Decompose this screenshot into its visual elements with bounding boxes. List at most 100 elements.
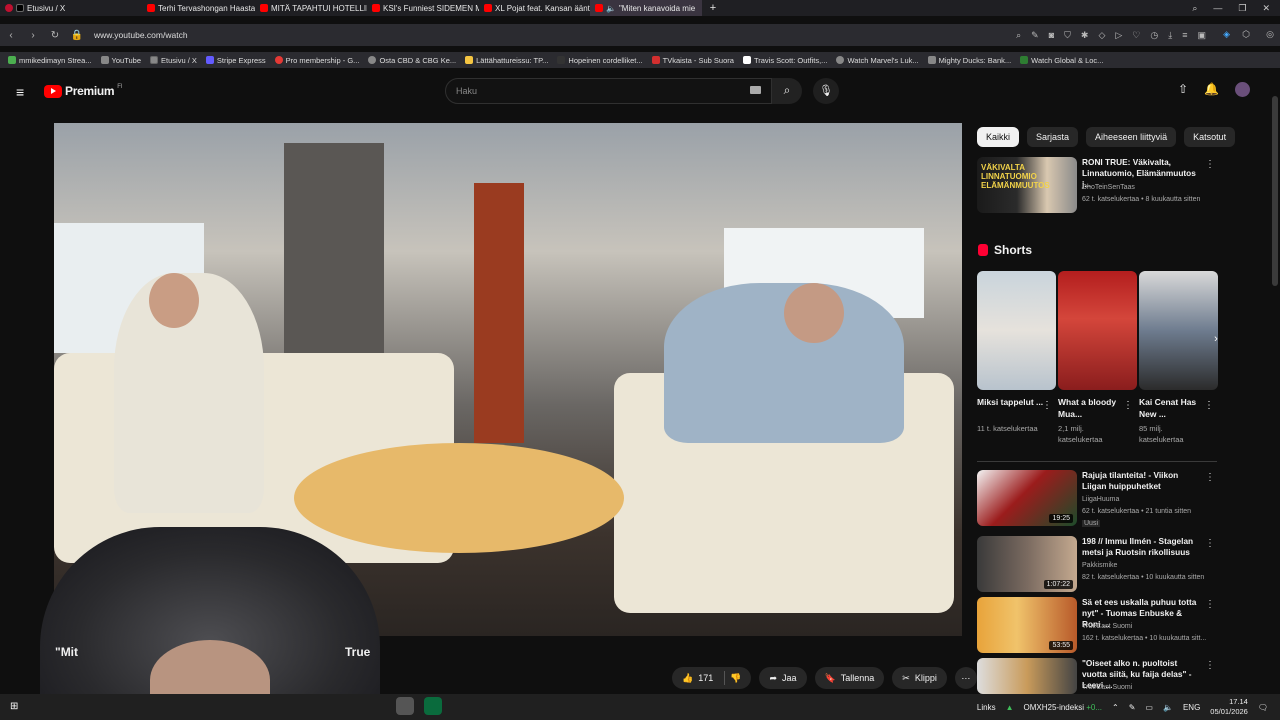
recommended-video[interactable]: 53:55 Sä et ees uskalla puhuu totta nyt"… xyxy=(977,597,1217,655)
chip-related[interactable]: Aiheeseen liittyviä xyxy=(1086,127,1177,147)
chip-all[interactable]: Kaikki xyxy=(977,127,1020,147)
channel-name[interactable]: TrueCast Suomi xyxy=(1082,623,1132,630)
shield-icon[interactable]: ⛉ xyxy=(1064,30,1071,41)
browser-tab[interactable]: KSI's Funniest SIDEMEN M xyxy=(367,0,479,16)
speaker-icon[interactable]: 🔈 xyxy=(606,4,616,13)
reload-icon[interactable]: ↻ xyxy=(44,30,66,41)
windows-start-icon[interactable]: ⊞ xyxy=(10,701,18,712)
search-button[interactable]: ⌕ xyxy=(772,78,802,104)
history-icon[interactable]: ◷ xyxy=(1150,30,1158,41)
recommended-video[interactable]: 19:25 Rajuja tilanteita! - Viikon Liigan… xyxy=(977,470,1217,528)
bookmark[interactable]: Lättähattureissu: TP... xyxy=(465,56,548,65)
short-thumbnail[interactable] xyxy=(977,271,1056,390)
bookmark[interactable]: Watch Global & Loc... xyxy=(1020,56,1103,65)
more-options-icon[interactable]: ⋮ xyxy=(1042,400,1052,411)
channel-name[interactable]: Pakkismike xyxy=(1082,562,1117,569)
opera-icon[interactable] xyxy=(5,4,13,12)
bookmark[interactable]: Travis Scott: Outfits,... xyxy=(742,56,827,65)
box-icon[interactable]: ⬡ xyxy=(1242,29,1250,40)
edit-icon[interactable]: ✎ xyxy=(1031,30,1039,41)
thumbs-down-icon[interactable]: 👎 xyxy=(730,673,741,684)
back-icon[interactable]: ‹ xyxy=(0,30,22,41)
avatar[interactable] xyxy=(1235,82,1250,97)
cube-icon[interactable]: ◇ xyxy=(1098,30,1105,41)
keyboard-icon[interactable] xyxy=(750,86,761,94)
download-icon[interactable]: ⤓ xyxy=(1168,30,1172,41)
vpn-icon[interactable]: ◈ xyxy=(1223,29,1230,40)
browser-tab[interactable]: MITÄ TAPAHTUI HOTELLIH xyxy=(255,0,367,16)
more-options-icon[interactable]: ⋮ xyxy=(1205,538,1215,549)
clip-button[interactable]: ✂ Klippi xyxy=(892,667,947,689)
more-options-icon[interactable]: ⋮ xyxy=(1123,400,1133,411)
extension-icon[interactable]: ✱ xyxy=(1081,30,1089,41)
voice-search-button[interactable]: 🎙 xyxy=(813,78,839,104)
app-icon[interactable] xyxy=(396,697,414,715)
recommended-video[interactable]: VÄKIVALTA LINNATUOMIO ELÄMÄNMUUTOS RONI TR… xyxy=(977,157,1217,215)
recommended-video[interactable]: "Oiseet alko n. puoltoist vuotta siitä, … xyxy=(977,658,1217,694)
like-button[interactable]: 👍 171 👎 xyxy=(672,667,752,689)
notifications-bell-icon[interactable]: 🔔 xyxy=(1204,82,1219,97)
short-thumbnail[interactable] xyxy=(1139,271,1218,390)
save-button[interactable]: 🔖 Tallenna xyxy=(814,667,885,689)
video-thumbnail[interactable]: 1:07:22 xyxy=(977,536,1077,592)
bookmark[interactable]: Stripe Express xyxy=(205,56,266,65)
lock-icon[interactable]: 🔒 xyxy=(66,30,88,41)
heart-icon[interactable]: ♡ xyxy=(1132,30,1140,41)
video-thumbnail[interactable]: 53:55 xyxy=(977,597,1077,653)
stock-widget[interactable]: OMXH25-indeksi +0... xyxy=(1024,703,1103,712)
app-icon[interactable] xyxy=(424,697,442,715)
more-options-icon[interactable]: ⋮ xyxy=(1205,599,1215,610)
language-indicator[interactable]: ENG xyxy=(1183,703,1200,712)
chevron-right-icon[interactable]: › xyxy=(1208,333,1224,353)
short-thumbnail[interactable] xyxy=(1058,271,1137,390)
bookmark[interactable]: Pro membership - G... xyxy=(274,56,359,65)
notification-icon[interactable]: 🗨 xyxy=(1258,703,1268,712)
play-icon[interactable]: ▷ xyxy=(1115,30,1122,41)
volume-icon[interactable]: 🔈 xyxy=(1163,703,1173,712)
forward-icon[interactable]: › xyxy=(22,30,44,41)
bookmark[interactable]: Hopeinen cordelliket... xyxy=(557,56,643,65)
browser-tab-active[interactable]: 🔈 "Miten kanavoida mie xyxy=(590,0,702,16)
wallet-icon[interactable]: ▣ xyxy=(1197,30,1206,41)
bookmark[interactable]: Etusivu / X xyxy=(150,56,197,65)
chevron-up-icon[interactable]: ⌃ xyxy=(1112,703,1119,712)
video-thumbnail[interactable]: 19:25 xyxy=(977,470,1077,526)
video-thumbnail[interactable]: VÄKIVALTA LINNATUOMIO ELÄMÄNMUUTOS xyxy=(977,157,1077,213)
menu-icon[interactable]: ≡ xyxy=(1182,30,1187,40)
links-toolbar[interactable]: Links xyxy=(977,703,996,712)
video-thumbnail[interactable] xyxy=(977,658,1077,694)
recommended-video[interactable]: 1:07:22 198 // Immu Ilmén - Stagelan met… xyxy=(977,536,1217,594)
search-input[interactable]: Haku xyxy=(445,78,772,104)
short-title[interactable]: Miksi tappelut ... xyxy=(977,396,1047,408)
bookmark[interactable]: TVkaista - Sub Suora xyxy=(651,56,734,65)
share-button[interactable]: ➦ Jaa xyxy=(759,667,807,689)
more-options-icon[interactable]: ⋮ xyxy=(1204,400,1214,411)
chip-series[interactable]: Sarjasta xyxy=(1027,127,1079,147)
url-field[interactable]: www.youtube.com/watch xyxy=(94,30,188,40)
short-title[interactable]: What a bloody Mua... xyxy=(1058,396,1128,420)
search-tabs-icon[interactable]: ⌕ xyxy=(1192,3,1197,14)
browser-tab[interactable]: Etusivu / X xyxy=(0,0,142,16)
more-options-icon[interactable]: ⋮ xyxy=(1205,472,1215,483)
browser-tab[interactable]: XL Pojat feat. Kansan äänt xyxy=(479,0,590,16)
bookmark[interactable]: mmikedimayn Strea... xyxy=(8,56,92,65)
channel-name[interactable]: LiigaHuuma xyxy=(1082,496,1119,503)
youtube-premium-logo[interactable]: Premium FI xyxy=(44,84,123,98)
close-icon[interactable]: ✕ xyxy=(1262,3,1270,14)
network-icon[interactable]: ▭ xyxy=(1145,703,1153,712)
recommended-title[interactable]: Rajuja tilanteita! - Viikon Liigan huipp… xyxy=(1082,470,1202,492)
more-actions-button[interactable]: ⋯ xyxy=(954,667,977,689)
bookmark[interactable]: Watch Marvel's Luk... xyxy=(836,56,919,65)
bookmark[interactable]: Osta CBD & CBG Ke... xyxy=(368,56,456,65)
short-title[interactable]: Kai Cenat Has New ... xyxy=(1139,396,1209,420)
camera-icon[interactable]: ◙ xyxy=(1049,30,1054,40)
channel-name[interactable]: TrueCast Suomi xyxy=(1082,684,1132,691)
bookmark[interactable]: YouTube xyxy=(100,56,141,65)
more-options-icon[interactable]: ⋮ xyxy=(1205,159,1215,170)
maximize-icon[interactable]: ❐ xyxy=(1238,3,1246,14)
channel-name[interactable]: DhoTeinSenTaas xyxy=(1082,184,1135,191)
more-options-icon[interactable]: ⋮ xyxy=(1205,660,1215,671)
ai-icon[interactable]: ◎ xyxy=(1266,29,1274,40)
browser-tab[interactable]: Terhi Tervashongan Haasta xyxy=(142,0,255,16)
search-icon[interactable]: ⌕ xyxy=(1016,30,1021,41)
